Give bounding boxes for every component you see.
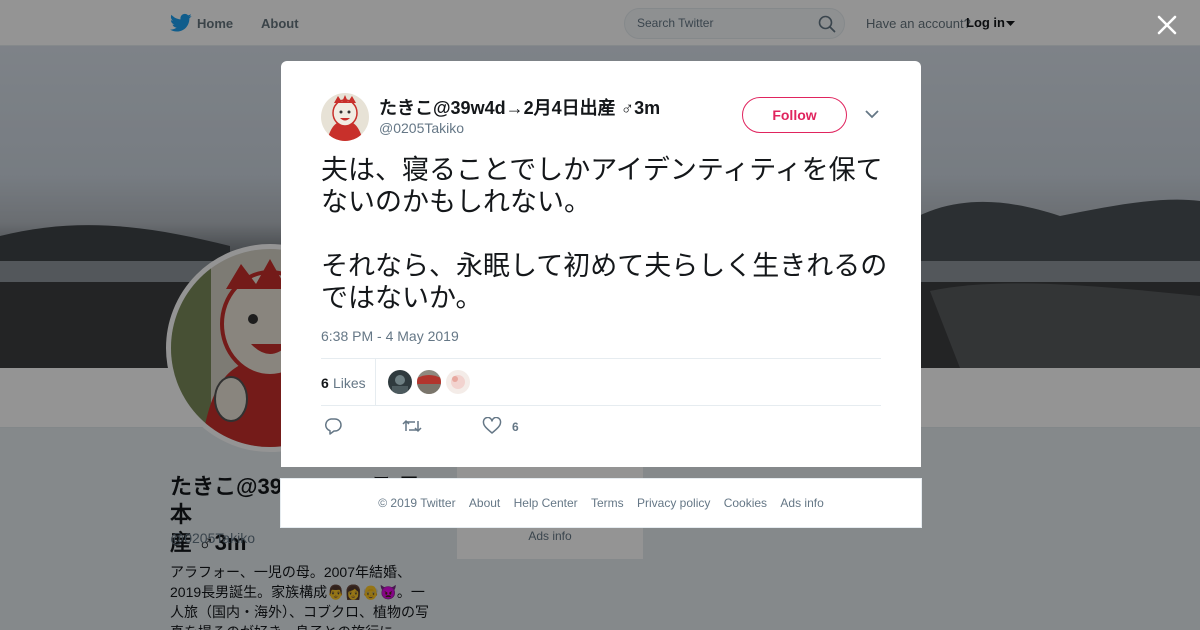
modal-footer: © 2019 Twitter About Help Center Terms P… [280, 478, 922, 528]
tweet-author-name[interactable]: たきこ@39w4d→2月4日出産 ♂3m [379, 94, 660, 120]
footer-link-ads-info[interactable]: Ads info [780, 496, 823, 510]
footer-link-privacy[interactable]: Privacy policy [637, 496, 710, 510]
likes-count[interactable]: 6 [321, 375, 329, 391]
footer-link-about[interactable]: About [469, 496, 500, 510]
footer-link-cookies[interactable]: Cookies [724, 496, 767, 510]
close-icon[interactable] [1154, 12, 1180, 38]
liker-avatar-image [446, 370, 470, 394]
follow-button[interactable]: Follow [742, 97, 847, 133]
tweet-paragraph: それなら、永眠して初めて夫らしく生きれるのではないか。 [321, 251, 888, 313]
tweet-timestamp[interactable]: 6:38 PM - 4 May 2019 [321, 328, 459, 344]
liker-avatar[interactable] [417, 370, 441, 394]
reply-icon[interactable] [323, 417, 343, 435]
tweet-author-avatar[interactable] [321, 93, 369, 141]
liker-avatar-image [417, 370, 441, 394]
tweet-author-handle[interactable]: @0205Takiko [379, 120, 464, 136]
footer-links: © 2019 Twitter About Help Center Terms P… [281, 496, 921, 510]
footer-copyright: © 2019 Twitter [378, 496, 456, 510]
tweet-modal: たきこ@39w4d→2月4日出産 ♂3m @0205Takiko Follow … [281, 61, 921, 467]
tweet-text: 夫は、寝ることでしかアイデンティティを保てないのかもしれない。 それなら、永眠し… [321, 154, 891, 314]
chevron-down-icon[interactable] [865, 109, 879, 119]
footer-link-terms[interactable]: Terms [591, 496, 624, 510]
footer-link-help-center[interactable]: Help Center [514, 496, 578, 510]
heart-icon[interactable] [482, 417, 502, 435]
tweet-paragraph: 夫は、寝ることでしかアイデンティティを保てないのかもしれない。 [321, 155, 883, 217]
avatar-image [321, 93, 369, 141]
retweet-icon[interactable] [402, 417, 422, 435]
stats-divider [375, 359, 376, 405]
liker-avatar-image [388, 370, 412, 394]
liker-avatar[interactable] [446, 370, 470, 394]
like-action-count: 6 [512, 420, 519, 434]
tweet-stats: 6 Likes [321, 358, 881, 406]
likes-label[interactable]: Likes [333, 375, 366, 391]
liker-avatar[interactable] [388, 370, 412, 394]
